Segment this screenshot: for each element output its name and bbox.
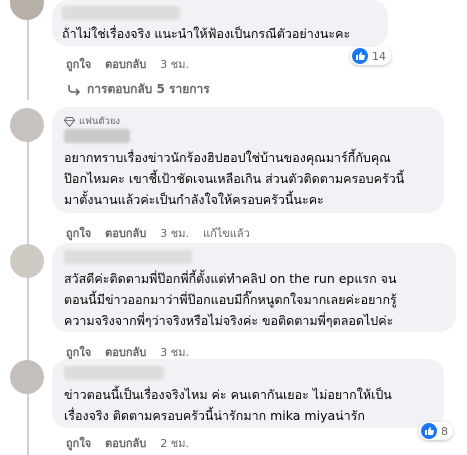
view-replies-label: การตอบกลับ 5 รายการ [87, 82, 210, 96]
comment-actions: ถูกใจ ตอบกลับ 2 ชม. [66, 434, 203, 452]
comment-text: ป๊อกไหมคะ เขาชี้เป้าชัดเจนเหลือเกิน ส่วน… [64, 171, 405, 186]
top-fan-badge: แฟนตัวยง [64, 114, 120, 129]
like-button[interactable]: ถูกใจ [66, 58, 91, 71]
comment-text: ข่าวตอนนี้เป็นเรื่องจริงไหม ค่ะ คนเดากัน… [64, 387, 392, 402]
comment-text: ตอนนี้มีข่าวออกมาว่าพี่ป๊อกแอบมีกิ๊กหนูต… [64, 292, 397, 307]
thread-line [27, 140, 29, 455]
reply-button[interactable]: ตอบกลับ [105, 346, 146, 359]
timestamp[interactable]: 3 ชม. [160, 227, 189, 240]
avatar[interactable] [10, 108, 44, 142]
comment-actions: ถูกใจ ตอบกลับ 3 ชม. [66, 55, 203, 73]
comment-text: ถ้าไม่ใช่เรื่องจริง แนะนำให้ฟ้องเป็นกรณี… [62, 26, 351, 41]
reply-button[interactable]: ตอบกลับ [105, 437, 146, 450]
avatar[interactable] [10, 244, 44, 278]
diamond-icon [64, 116, 75, 127]
reaction-count-label: 8 [441, 424, 448, 438]
comment-text: เรื่องจริง ติดตามครอบครัวนี้น่ารักมาก mi… [64, 408, 365, 423]
comment-text: สวัสดีค่ะติดตามพี่ป๊อกพี่กี้ตั้งแต่ทำคลิ… [64, 271, 397, 286]
reaction-count[interactable]: 14 [350, 47, 391, 65]
comment-text: ความจริงจากพี่ๆว่าจริงหรือไม่จริงค่ะ ขอต… [64, 313, 394, 328]
like-button[interactable]: ถูกใจ [66, 437, 91, 450]
like-button[interactable]: ถูกใจ [66, 227, 91, 240]
comment-text: มาตั้งนานแล้วค่ะเป็นกำลังใจให้ครอบครัวนี… [64, 192, 324, 207]
reply-arrow-icon [68, 84, 81, 96]
avatar[interactable] [10, 0, 44, 20]
reply-button[interactable]: ตอบกลับ [105, 227, 146, 240]
commenter-name[interactable] [62, 6, 180, 20]
timestamp[interactable]: 3 ชม. [160, 58, 189, 71]
view-replies-link[interactable]: การตอบกลับ 5 รายการ [67, 80, 210, 99]
reply-button[interactable]: ตอบกลับ [105, 58, 146, 71]
timestamp[interactable]: 2 ชม. [160, 437, 189, 450]
thumbs-up-icon [352, 48, 368, 64]
comment-text: อยากทราบเรื่องข่าวนักร้องฮิปฮอปใช่บ้านขอ… [64, 150, 391, 165]
like-button[interactable]: ถูกใจ [66, 346, 91, 359]
badge-label: แฟนตัวยง [79, 116, 121, 127]
reaction-count[interactable]: 8 [419, 422, 453, 440]
commenter-name[interactable] [64, 366, 164, 380]
avatar[interactable] [10, 360, 44, 394]
edited-label: แก้ไขแล้ว [202, 227, 250, 240]
thumbs-up-icon [421, 423, 437, 439]
comment-actions: ถูกใจ ตอบกลับ 3 ชม. แก้ไขแล้ว [66, 224, 264, 242]
commenter-name[interactable] [64, 250, 192, 264]
reaction-count-label: 14 [372, 49, 386, 63]
timestamp[interactable]: 3 ชม. [160, 346, 189, 359]
commenter-name[interactable] [64, 129, 130, 143]
